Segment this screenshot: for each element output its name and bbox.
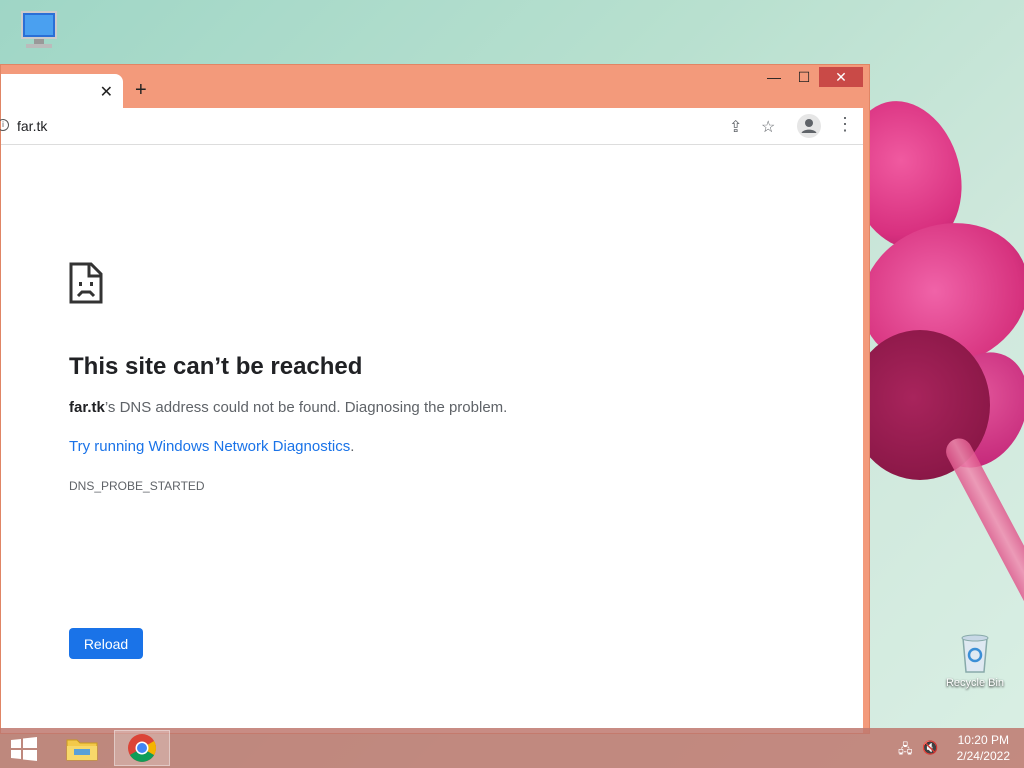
volume-muted-icon[interactable]: 🔇 (922, 740, 938, 756)
site-info-icon[interactable]: i (0, 119, 9, 131)
clock-time: 10:20 PM (957, 733, 1009, 747)
reload-button[interactable]: Reload (69, 628, 143, 659)
tab-close-icon[interactable]: ✕ (100, 82, 113, 102)
bookmark-star-icon[interactable]: ☆ (761, 117, 775, 137)
error-description-text: ’s DNS address could not be found. Diagn… (104, 399, 508, 416)
error-title: This site can’t be reached (69, 353, 363, 380)
clock[interactable]: 10:20 PM 2/24/2022 (957, 732, 1010, 764)
link-period: . (350, 438, 355, 455)
share-icon[interactable]: ⇪ (729, 117, 742, 137)
recycle-bin-label: Recycle Bin (945, 677, 1005, 689)
windows-start-icon[interactable] (10, 737, 38, 761)
menu-icon[interactable]: ⋮ (836, 114, 854, 135)
browser-tab[interactable]: ✕ (1, 74, 123, 108)
close-window-button[interactable]: ✕ (819, 67, 863, 87)
browser-window: — ☐ ✕ ✕ + i far.tk ⇪ ☆ ⋮ This site can’t… (0, 64, 870, 734)
file-explorer-icon[interactable] (54, 730, 110, 766)
maximize-button[interactable]: ☐ (789, 67, 819, 87)
error-description: far.tk’s DNS address could not be found.… (69, 399, 507, 416)
sad-page-icon (69, 262, 103, 309)
error-code: DNS_PROBE_STARTED (69, 479, 205, 493)
browser-toolbar: i far.tk ⇪ ☆ ⋮ (0, 108, 863, 145)
caption-buttons: — ☐ ✕ (759, 67, 863, 87)
taskbar: 🖧 🔇 10:20 PM 2/24/2022 (0, 728, 1024, 768)
recycle-bin-icon[interactable]: Recycle Bin (940, 630, 1010, 689)
chrome-taskbar-icon[interactable] (114, 730, 170, 766)
new-tab-button[interactable]: + (135, 79, 147, 102)
wallpaper-stem (941, 433, 1024, 764)
error-host: far.tk (69, 399, 105, 416)
network-icon[interactable]: 🖧 (898, 740, 913, 762)
network-diagnostics-link[interactable]: Try running Windows Network Diagnostics. (69, 438, 354, 455)
profile-avatar-icon[interactable] (797, 114, 821, 138)
minimize-button[interactable]: — (759, 67, 789, 87)
network-diagnostics-link-text[interactable]: Try running Windows Network Diagnostics (69, 438, 350, 455)
clock-date: 2/24/2022 (956, 749, 1010, 763)
address-bar[interactable]: far.tk (17, 118, 47, 134)
page-content: This site can’t be reached far.tk’s DNS … (1, 145, 863, 733)
desktop-computer-icon[interactable] (10, 8, 70, 62)
